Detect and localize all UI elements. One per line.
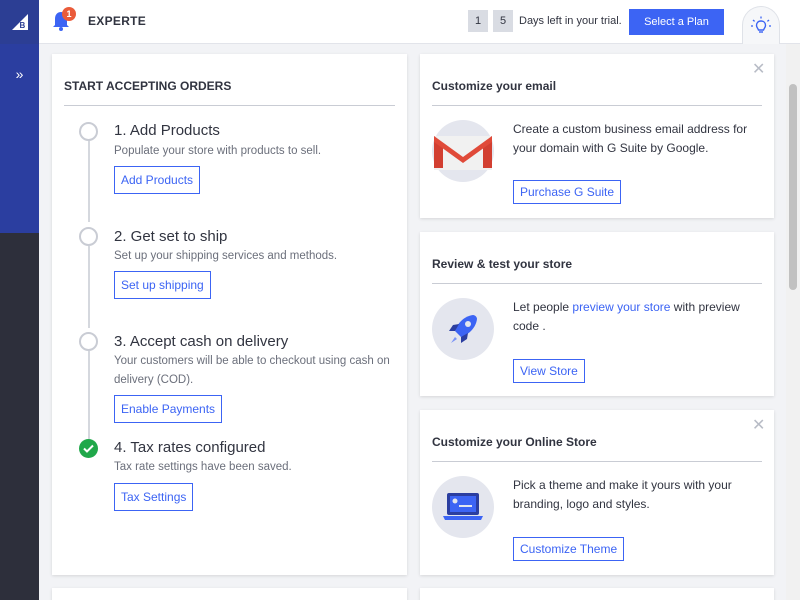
step-4-title: 4. Tax rates configured <box>114 439 266 456</box>
scrollbar-thumb[interactable] <box>789 84 797 290</box>
online-store-card-title: Customize your Online Store <box>432 435 597 449</box>
purchase-g-suite-button[interactable]: Purchase G Suite <box>513 180 622 204</box>
preview-store-link[interactable]: preview your store <box>572 300 670 314</box>
step-4-description: Tax rate settings have been saved. <box>114 461 292 473</box>
gmail-icon <box>432 120 494 182</box>
tips-button[interactable] <box>742 6 780 44</box>
step-connector <box>88 246 90 328</box>
review-card-divider <box>432 283 762 284</box>
laptop-illustration <box>443 493 483 520</box>
step-1-title: 1. Add Products <box>114 122 220 139</box>
tax-settings-button[interactable]: Tax Settings <box>114 483 194 511</box>
next-card-partial <box>420 588 774 600</box>
trial-days-digit-1: 1 <box>468 10 488 32</box>
online-store-card-text: Pick a theme and make it yours with your… <box>513 478 732 511</box>
step-3-title: 3. Accept cash on delivery <box>114 333 289 350</box>
top-bar: 1 EXPERTE 1 5 Days left in your trial. S… <box>39 0 800 44</box>
trial-text: Days left in your trial. <box>519 15 622 27</box>
online-store-card-divider <box>432 461 762 462</box>
step-1-description: Populate your store with products to sel… <box>114 145 322 157</box>
gmail-logo <box>434 136 492 170</box>
email-card-text: Create a custom business email address f… <box>513 122 748 155</box>
laptop-icon <box>432 476 494 538</box>
store-name: EXPERTE <box>88 14 147 28</box>
rocket-illustration <box>449 315 477 343</box>
bigcommerce-logo[interactable]: B <box>0 0 39 44</box>
expand-sidebar-icon[interactable]: » <box>0 60 39 88</box>
set-up-shipping-button[interactable]: Set up shipping <box>114 271 211 299</box>
logo-icon: B <box>11 14 28 30</box>
customize-theme-button[interactable]: Customize Theme <box>513 537 625 561</box>
add-products-button[interactable]: Add Products <box>114 166 201 194</box>
email-card-title: Customize your email <box>432 79 557 93</box>
rocket-icon <box>432 298 494 360</box>
enable-payments-button[interactable]: Enable Payments <box>114 395 223 423</box>
page-scrollbar[interactable] <box>786 44 800 600</box>
step-2-status-icon <box>79 227 98 246</box>
view-store-button[interactable]: View Store <box>513 359 585 383</box>
step-connector <box>88 140 90 222</box>
start-accepting-orders-card <box>52 54 407 575</box>
orders-card-title: START ACCEPTING ORDERS <box>64 79 232 93</box>
notifications-button[interactable]: 1 <box>51 7 76 34</box>
step-2-title: 2. Get set to ship <box>114 228 228 245</box>
review-card-title: Review & test your store <box>432 257 573 271</box>
orders-card-divider <box>64 105 395 106</box>
review-text-before: Let people <box>513 300 573 314</box>
step-3-description: Your customers will be able to checkout … <box>114 355 390 386</box>
step-3-status-icon <box>79 332 98 351</box>
trial-days-digit-2: 5 <box>493 10 513 32</box>
close-email-card-icon[interactable]: ✕ <box>752 62 765 78</box>
step-connector <box>88 351 90 439</box>
step-2-description: Set up your shipping services and method… <box>114 250 338 262</box>
step-4-complete-icon <box>79 439 98 458</box>
next-card-partial <box>52 588 407 600</box>
select-plan-button[interactable]: Select a Plan <box>629 9 724 35</box>
notification-badge: 1 <box>62 7 76 21</box>
review-card-text: Let people preview your store with previ… <box>513 298 763 336</box>
email-card-divider <box>432 105 762 106</box>
lightbulb-icon <box>751 16 771 33</box>
checkmark-icon <box>83 444 94 453</box>
close-online-store-card-icon[interactable]: ✕ <box>752 418 765 434</box>
svg-text:B: B <box>19 21 25 30</box>
step-1-status-icon <box>79 122 98 141</box>
